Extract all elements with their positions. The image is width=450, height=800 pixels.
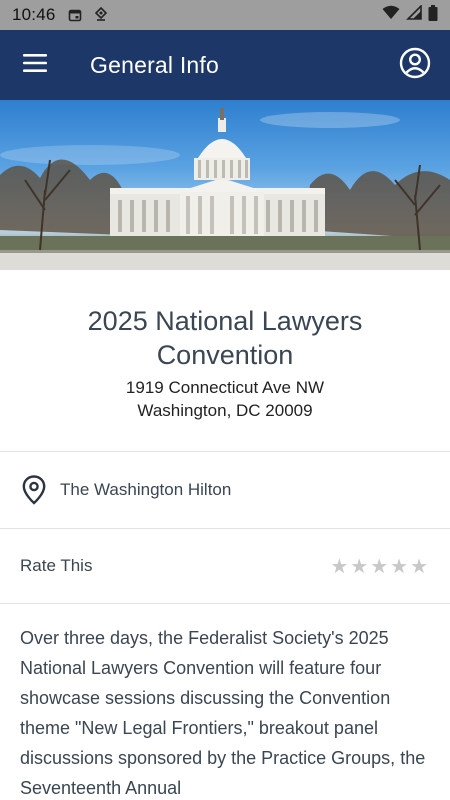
star-3-icon[interactable]: ★ xyxy=(370,556,388,576)
wifi-icon xyxy=(382,5,400,25)
capitol-building-image xyxy=(0,100,450,270)
address-line-1: 1919 Connecticut Ave NW xyxy=(125,378,325,397)
location-sync-icon xyxy=(94,7,108,23)
account-circle-icon xyxy=(399,47,431,84)
profile-button[interactable] xyxy=(380,30,450,100)
rate-label: Rate This xyxy=(20,556,93,575)
hamburger-menu-icon xyxy=(23,53,47,78)
rate-row: Rate This ★ ★ ★ ★ ★ xyxy=(0,529,450,603)
address-line-2: Washington, DC 20009 xyxy=(137,401,313,420)
status-time: 10:46 xyxy=(12,5,56,24)
star-rating[interactable]: ★ ★ ★ ★ ★ xyxy=(330,556,428,576)
venue-row[interactable]: The Washington Hilton xyxy=(0,452,450,528)
event-address: 1919 Connecticut Ave NW Washington, DC 2… xyxy=(20,376,430,422)
page-title: General Info xyxy=(90,51,219,78)
app-bar: General Info xyxy=(0,30,450,100)
status-bar: 10:46 xyxy=(0,0,450,30)
venue-name: The Washington Hilton xyxy=(60,480,232,499)
star-1-icon[interactable]: ★ xyxy=(330,556,348,576)
divider xyxy=(0,603,450,604)
event-description: Over three days, the Federalist Society'… xyxy=(20,628,426,798)
star-5-icon[interactable]: ★ xyxy=(410,556,428,576)
event-title: 2025 National Lawyers Convention xyxy=(87,306,363,370)
battery-icon xyxy=(428,4,438,26)
star-4-icon[interactable]: ★ xyxy=(390,556,408,576)
star-2-icon[interactable]: ★ xyxy=(350,556,368,576)
menu-button[interactable] xyxy=(0,30,70,100)
map-pin-icon xyxy=(22,475,46,505)
calendar-icon xyxy=(68,8,82,22)
signal-icon xyxy=(406,4,422,25)
